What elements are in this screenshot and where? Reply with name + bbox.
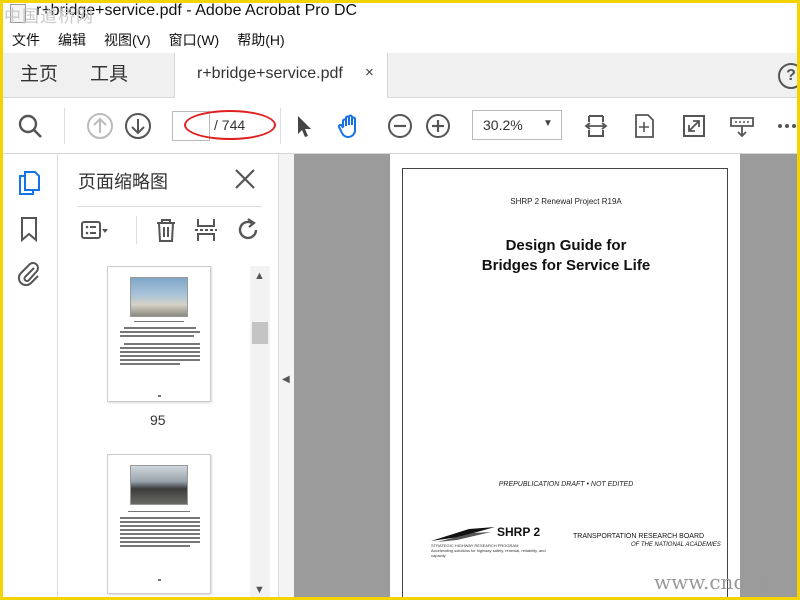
zoom-level-value: 30.2% — [483, 117, 523, 133]
document-title-line1: Design Guide for — [505, 237, 627, 254]
thumbnail-photo — [130, 277, 188, 317]
draft-note: PREPUBLICATION DRAFT • NOT EDITED — [498, 481, 634, 488]
panel-splitter[interactable]: ◀ — [278, 154, 294, 600]
scroll-down-icon[interactable]: ▼ — [254, 584, 265, 596]
shrp2-logo-text: SHRP 2 — [497, 525, 541, 539]
menu-file[interactable]: 文件 — [12, 30, 40, 50]
next-page-icon[interactable] — [122, 110, 154, 142]
red-annotation-oval — [184, 110, 276, 140]
navigation-rail — [0, 154, 58, 600]
close-tab-icon[interactable]: × — [365, 64, 374, 81]
attachment-icon[interactable] — [14, 258, 44, 288]
page-thumbnail[interactable] — [107, 266, 211, 402]
full-screen-icon[interactable] — [678, 110, 710, 142]
document-title-line2: Bridges for Service Life — [481, 257, 651, 274]
bookmark-icon[interactable] — [14, 214, 44, 244]
thumbnail-scrollbar[interactable]: ▲ ▼ — [250, 266, 270, 600]
tab-home[interactable]: 主页 — [20, 53, 58, 97]
tab-document[interactable]: r+bridge+service.pdf × — [174, 53, 388, 98]
zoom-in-icon[interactable] — [422, 110, 454, 142]
page-thumbnail[interactable] — [107, 454, 211, 594]
shrp2-swoosh-icon — [431, 527, 495, 542]
menu-window[interactable]: 窗口(W) — [169, 30, 220, 50]
menu-edit[interactable]: 编辑 — [58, 30, 86, 50]
toolbar-divider — [280, 108, 281, 144]
zoom-out-icon[interactable] — [384, 110, 416, 142]
chevron-down-icon: ▼ — [543, 118, 553, 129]
scroll-up-icon[interactable]: ▲ — [254, 270, 265, 282]
document-tab-label: r+bridge+service.pdf — [197, 65, 343, 82]
watermark-bottom: www.cndao — [654, 570, 771, 594]
rotate-page-icon[interactable] — [628, 110, 660, 142]
tab-bar: 主页 工具 r+bridge+service.pdf × ? — [0, 53, 800, 98]
close-panel-icon[interactable] — [232, 166, 258, 192]
panel-divider — [78, 206, 262, 207]
toolbar-divider — [64, 108, 65, 144]
collapse-panel-icon[interactable]: ◀ — [282, 374, 290, 385]
rotate-clockwise-icon[interactable] — [232, 214, 264, 246]
thumbnail-list: 95 — [58, 266, 270, 600]
page-border: SHRP 2 Renewal Project R19A Design Guide… — [402, 168, 728, 600]
fit-width-icon[interactable] — [580, 110, 612, 142]
page-thumbnails-icon[interactable] — [14, 168, 44, 198]
project-label: SHRP 2 Renewal Project R19A — [510, 197, 622, 206]
menu-view[interactable]: 视图(V) — [104, 30, 151, 50]
trb-label: TRANSPORTATION RESEARCH BOARD — [573, 533, 705, 540]
print-icon[interactable] — [726, 110, 758, 142]
menu-help[interactable]: 帮助(H) — [237, 30, 284, 50]
help-icon[interactable]: ? — [778, 63, 800, 89]
search-icon[interactable] — [14, 110, 46, 142]
watermark-top: 中国道桥网 — [4, 7, 94, 27]
thumbnail-options-icon[interactable] — [78, 214, 110, 246]
previous-page-icon[interactable] — [84, 110, 116, 142]
delete-page-icon[interactable] — [150, 214, 182, 246]
zoom-level-select[interactable]: 30.2% ▼ — [472, 110, 562, 140]
toolbar: / 744 30.2% ▼ — [0, 98, 800, 154]
thumbnail-page-number: 95 — [150, 412, 166, 428]
thumbnail-photo — [130, 465, 188, 505]
shrp2-logo: SHRP 2 STRATEGIC HIGHWAY RESEARCH PROGRA… — [429, 525, 549, 558]
pdf-page: SHRP 2 Renewal Project R19A Design Guide… — [390, 154, 740, 600]
split-page-icon[interactable] — [190, 214, 222, 246]
shrp2-tagline: Accelerating solutions for highway safet… — [431, 548, 546, 558]
document-viewer[interactable]: SHRP 2 Renewal Project R19A Design Guide… — [294, 154, 800, 600]
tab-tools[interactable]: 工具 — [90, 53, 128, 97]
menu-bar: 文件 编辑 视图(V) 窗口(W) 帮助(H) — [0, 27, 800, 53]
hand-tool-icon[interactable] — [334, 110, 366, 142]
title-bar: r+bridge+service.pdf - Adobe Acrobat Pro… — [0, 0, 800, 27]
panel-tool-divider — [136, 216, 137, 244]
trb-sublabel: OF THE NATIONAL ACADEMIES — [631, 542, 721, 548]
select-cursor-icon[interactable] — [288, 110, 320, 142]
more-tools-icon[interactable] — [772, 110, 800, 142]
scrollbar-thumb[interactable] — [252, 322, 268, 344]
panel-title: 页面缩略图 — [78, 172, 168, 192]
